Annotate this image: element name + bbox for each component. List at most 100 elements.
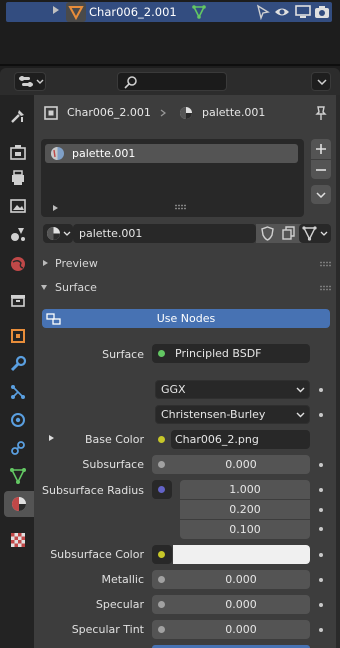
- material-slot-item[interactable]: palette.001: [45, 144, 298, 163]
- surface-shader-field[interactable]: Principled BSDF: [152, 344, 310, 363]
- tab-constraints[interactable]: [5, 435, 31, 461]
- slot-specials-button[interactable]: [311, 185, 331, 204]
- specular-label: Specular: [95, 598, 144, 611]
- breadcrumb-object: Char006_2.001: [67, 106, 151, 119]
- tab-modifiers[interactable]: [5, 351, 31, 377]
- color-socket-button[interactable]: [152, 545, 172, 564]
- specular-slider[interactable]: 0.000: [152, 595, 310, 614]
- keyframe-dot[interactable]: [319, 527, 323, 531]
- duplicate-icon[interactable]: [281, 226, 296, 241]
- use-nodes-button[interactable]: Use Nodes: [42, 309, 330, 328]
- metallic-slider[interactable]: 0.000: [152, 570, 310, 589]
- remove-slot-button[interactable]: [311, 160, 331, 179]
- browse-material-button[interactable]: [43, 224, 73, 243]
- camera-icon[interactable]: [314, 5, 330, 19]
- distribution-value: GGX: [161, 383, 186, 396]
- tab-scene[interactable]: [5, 221, 31, 247]
- vector-socket-button[interactable]: [152, 480, 172, 499]
- material-name-value: palette.001: [79, 227, 143, 240]
- drag-grip-icon[interactable]: [319, 285, 331, 291]
- tab-render[interactable]: [5, 139, 31, 165]
- tab-object[interactable]: [5, 323, 31, 349]
- base-color-label: Base Color: [84, 433, 144, 446]
- collection-icon: [11, 295, 25, 307]
- subsurface-radius-y[interactable]: 0.200: [180, 500, 310, 519]
- outliner-selected-row[interactable]: Char006_2.001: [6, 2, 332, 22]
- color-socket-icon[interactable]: [158, 436, 165, 443]
- tab-world[interactable]: [5, 251, 31, 277]
- keyframe-dot[interactable]: [319, 463, 323, 467]
- subsurface-radius-x[interactable]: 1.000: [180, 480, 310, 499]
- subsurface-slider[interactable]: 0.000: [152, 455, 310, 474]
- keyframe-dot[interactable]: [319, 628, 323, 632]
- palette-preview-icon: [51, 147, 64, 160]
- value-socket-icon: [158, 576, 165, 583]
- subsurface-radius-z[interactable]: 0.100: [180, 520, 310, 539]
- monitor-icon[interactable]: [295, 5, 311, 19]
- keyframe-dot[interactable]: [319, 603, 323, 607]
- tab-physics[interactable]: [5, 407, 31, 433]
- material-name-field[interactable]: palette.001: [73, 224, 256, 243]
- material-properties-panel: Char006_2.001 palette.001 palette.001 pa…: [34, 95, 340, 648]
- surface-panel-header[interactable]: Surface: [34, 277, 340, 299]
- material-slot-name: palette.001: [72, 147, 136, 160]
- physics-icon: [11, 413, 25, 427]
- expand-arrow-icon[interactable]: [53, 6, 59, 14]
- keyframe-dot[interactable]: [319, 553, 323, 557]
- keyframe-dot[interactable]: [319, 578, 323, 582]
- pin-icon[interactable]: [314, 105, 328, 121]
- search-input[interactable]: [117, 72, 227, 91]
- specular-tint-value: 0.000: [225, 623, 257, 636]
- metallic-value: 0.000: [225, 573, 257, 586]
- tab-view-layer[interactable]: [5, 193, 31, 219]
- select-cursor-icon[interactable]: [256, 4, 270, 20]
- drag-grip-icon[interactable]: [319, 261, 331, 267]
- keyframe-dot[interactable]: [319, 508, 323, 512]
- tab-output[interactable]: [5, 165, 31, 191]
- breadcrumb: Char006_2.001 palette.001: [34, 95, 340, 131]
- use-nodes-label: Use Nodes: [156, 312, 216, 325]
- constraint-icon: [11, 441, 25, 455]
- mesh-data-icon[interactable]: [191, 4, 207, 20]
- keyframe-dot[interactable]: [319, 388, 323, 392]
- preview-panel-header[interactable]: Preview: [34, 253, 340, 275]
- mesh-data-icon: [10, 468, 26, 484]
- link-mode-button[interactable]: [299, 224, 331, 243]
- preview-panel-title: Preview: [55, 257, 98, 270]
- editor-type-button[interactable]: [14, 72, 46, 91]
- area-divider[interactable]: [0, 64, 340, 66]
- list-filter-arrow-icon[interactable]: [53, 205, 58, 211]
- printer-icon: [12, 170, 24, 185]
- chevron-down-icon: [296, 387, 305, 393]
- shader-socket-icon: [158, 350, 165, 357]
- resize-grip-icon[interactable]: [174, 204, 186, 210]
- tab-collection[interactable]: [5, 287, 31, 313]
- tab-particles[interactable]: [5, 379, 31, 405]
- subsurface-method-dropdown[interactable]: Christensen-Burley: [155, 405, 310, 424]
- breadcrumb-material: palette.001: [202, 106, 266, 119]
- chevron-down-icon: [63, 231, 71, 236]
- keyframe-dot[interactable]: [319, 488, 323, 492]
- material-icon: [47, 227, 60, 240]
- subsurface-radius-x-value: 1.000: [229, 483, 261, 496]
- outliner-object-name: Char006_2.001: [89, 5, 177, 19]
- subsurface-color-swatch[interactable]: [173, 545, 310, 564]
- distribution-dropdown[interactable]: GGX: [155, 380, 310, 399]
- tab-data[interactable]: [5, 463, 31, 489]
- render-icon: [10, 145, 26, 160]
- collapse-arrow-icon: [43, 260, 48, 266]
- tab-texture[interactable]: [5, 527, 31, 553]
- base-color-texture-field[interactable]: Char006_2.png: [171, 430, 310, 449]
- specular-tint-slider[interactable]: 0.000: [152, 620, 310, 639]
- add-slot-button[interactable]: [311, 139, 331, 159]
- eye-icon[interactable]: [274, 5, 290, 19]
- subsurface-radius-z-value: 0.100: [229, 523, 261, 536]
- keyframe-dot[interactable]: [319, 413, 323, 417]
- surface-shader-value: Principled BSDF: [175, 347, 262, 360]
- checker-icon: [11, 533, 25, 547]
- properties-scrollbar[interactable]: [336, 95, 340, 648]
- tab-material[interactable]: [4, 491, 34, 517]
- options-dropdown-button[interactable]: [311, 72, 331, 91]
- tab-tool[interactable]: [5, 103, 31, 129]
- fake-user-shield-icon[interactable]: [260, 226, 275, 241]
